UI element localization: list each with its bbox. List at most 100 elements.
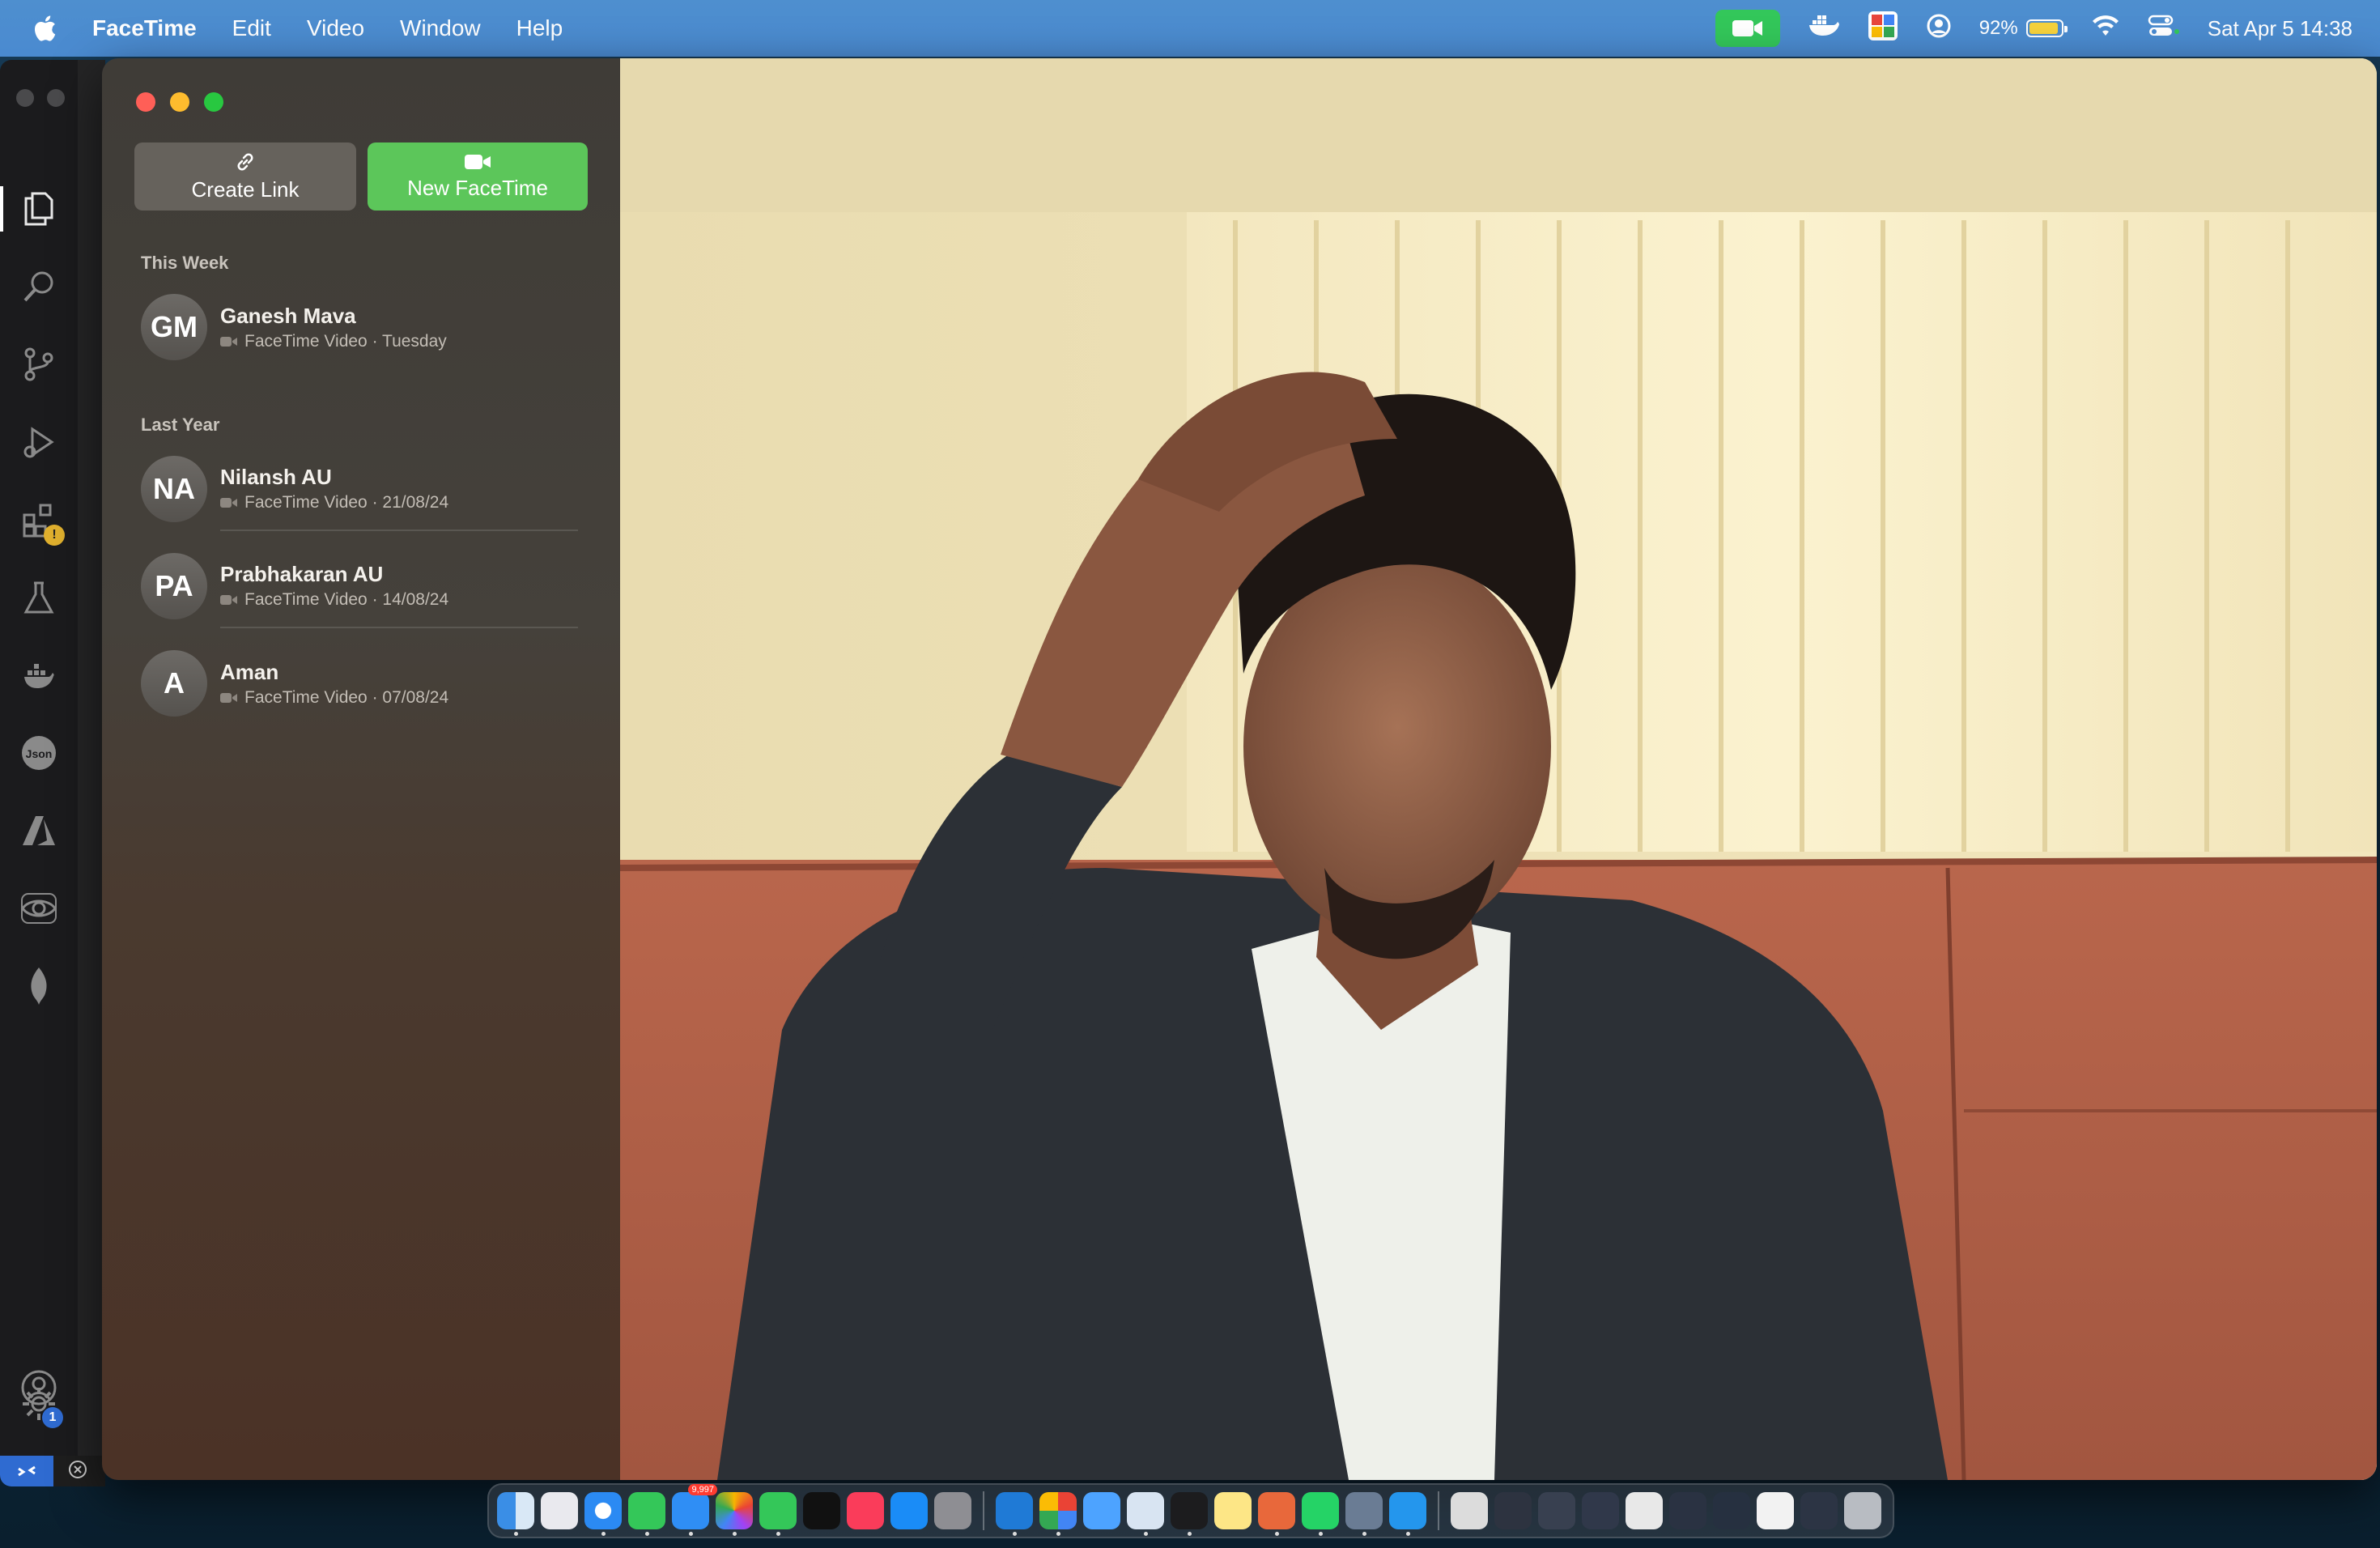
video-camera-icon <box>220 594 237 605</box>
color-grid-menu-icon[interactable] <box>1868 11 1898 47</box>
minimized-window-4[interactable] <box>1626 1492 1663 1529</box>
settings-gear-icon[interactable]: 1 <box>19 1384 63 1428</box>
battery-status[interactable]: 92% <box>1978 17 2068 40</box>
dock: 9,997 <box>487 1483 1894 1538</box>
link-icon <box>237 153 253 170</box>
battery-percent: 92% <box>1978 17 2018 39</box>
avatar: GM <box>141 294 207 360</box>
apple-icon[interactable] <box>32 15 60 42</box>
safari-icon[interactable] <box>584 1492 622 1536</box>
facetime-active-indicator[interactable] <box>1715 10 1780 47</box>
minimized-window-5[interactable] <box>1669 1492 1706 1529</box>
call-name: Aman <box>220 659 279 684</box>
app-icon-blue[interactable] <box>1083 1492 1120 1529</box>
preview-icon[interactable] <box>1345 1492 1383 1536</box>
wifi-icon[interactable] <box>2091 15 2120 43</box>
postman-icon[interactable] <box>1258 1492 1295 1536</box>
avatar: PA <box>141 553 207 619</box>
extensions-icon[interactable]: ! <box>19 500 65 546</box>
call-row-ganesh-mava[interactable]: GM Ganesh Mava FaceTime Video · Tuesday <box>141 285 578 369</box>
launchpad-icon[interactable] <box>541 1492 578 1529</box>
call-row-prabhakaran-au[interactable]: PA Prabhakaran AU FaceTime Video · 14/08… <box>141 544 578 628</box>
minimize-button[interactable] <box>170 92 189 112</box>
whatsapp-icon[interactable] <box>1302 1492 1339 1536</box>
call-detail: FaceTime Video · 21/08/24 <box>244 492 449 512</box>
menu-clock[interactable]: Sat Apr 5 14:38 <box>2208 16 2352 41</box>
music-icon[interactable] <box>847 1492 884 1529</box>
menu-help[interactable]: Help <box>516 15 563 41</box>
eye-icon[interactable] <box>19 889 58 928</box>
minimized-window-3[interactable] <box>1582 1492 1619 1529</box>
docker-dock-icon[interactable] <box>1389 1492 1426 1536</box>
minimized-window-6[interactable] <box>1713 1492 1750 1529</box>
terminal-icon[interactable] <box>1171 1492 1208 1536</box>
menu-video[interactable]: Video <box>307 15 364 41</box>
new-facetime-label: New FaceTime <box>407 175 548 200</box>
apple-tv-icon[interactable] <box>803 1492 840 1529</box>
zoom-button[interactable] <box>204 92 223 112</box>
mail-icon[interactable]: 9,997 <box>672 1484 717 1536</box>
avatar: NA <box>141 456 207 522</box>
facetime-sidebar: Create Link New FaceTime This Week GM Ga… <box>102 58 620 1480</box>
docker-icon[interactable] <box>19 656 58 695</box>
system-settings-icon[interactable] <box>934 1492 971 1529</box>
call-detail: FaceTime Video · 14/08/24 <box>244 589 449 609</box>
call-row-nilansh-au[interactable]: NA Nilansh AU FaceTime Video · 21/08/24 <box>141 447 578 531</box>
close-button[interactable] <box>136 92 155 112</box>
facetime-window: Create Link New FaceTime This Week GM Ga… <box>102 58 2377 1480</box>
vscode-side-panel <box>78 60 105 1486</box>
call-row-aman[interactable]: A Aman FaceTime Video · 07/08/24 <box>141 641 578 725</box>
create-link-label: Create Link <box>191 176 300 202</box>
menu-window[interactable]: Window <box>400 15 481 41</box>
menu-app-name[interactable]: FaceTime <box>92 15 197 41</box>
google-apps-icon[interactable] <box>1039 1492 1077 1536</box>
azure-icon[interactable] <box>19 811 58 850</box>
maps-style-icon[interactable] <box>1127 1492 1164 1536</box>
camera-preview <box>620 58 2377 1480</box>
source-control-icon[interactable] <box>19 345 58 384</box>
control-center-icon[interactable] <box>2148 14 2180 44</box>
minimized-window-8[interactable] <box>1800 1492 1838 1529</box>
vscode-status-bar <box>0 1456 105 1486</box>
minimized-window-7[interactable] <box>1757 1492 1794 1529</box>
notes-icon[interactable] <box>1214 1492 1252 1529</box>
finder-icon[interactable] <box>497 1492 534 1536</box>
app-store-icon[interactable] <box>890 1492 928 1529</box>
vscode-window: ! Json 1 <box>0 60 105 1486</box>
new-facetime-button[interactable]: New FaceTime <box>368 142 588 211</box>
document-icon[interactable] <box>1451 1492 1488 1529</box>
user-account-menu-icon[interactable] <box>1926 13 1952 45</box>
mail-badge: 9,997 <box>688 1484 717 1495</box>
trash-icon[interactable] <box>1844 1492 1881 1529</box>
minimized-window-2[interactable] <box>1538 1492 1575 1529</box>
vscode-dock-icon[interactable] <box>996 1492 1033 1536</box>
section-this-week: This Week <box>141 253 229 273</box>
video-camera-icon <box>465 154 491 169</box>
warning-icon: ! <box>44 525 65 546</box>
call-detail: FaceTime Video · 07/08/24 <box>244 687 449 707</box>
docker-menu-icon[interactable] <box>1808 14 1840 44</box>
testing-icon[interactable] <box>19 578 58 617</box>
menu-edit[interactable]: Edit <box>232 15 271 41</box>
run-debug-icon[interactable] <box>19 423 58 461</box>
dock-separator <box>1438 1491 1439 1530</box>
call-name: Prabhakaran AU <box>220 561 384 586</box>
explorer-icon[interactable] <box>0 186 58 232</box>
svg-text:Json: Json <box>26 747 53 760</box>
messages-icon[interactable] <box>628 1492 665 1536</box>
problems-icon[interactable] <box>68 1460 87 1483</box>
call-detail: FaceTime Video · Tuesday <box>244 331 447 351</box>
battery-icon <box>2025 19 2068 37</box>
remote-icon[interactable] <box>0 1456 53 1486</box>
mongodb-leaf-icon[interactable] <box>19 967 58 1006</box>
photos-icon[interactable] <box>716 1492 753 1536</box>
create-link-button[interactable]: Create Link <box>134 142 356 211</box>
minimized-window-1[interactable] <box>1494 1492 1532 1529</box>
json-icon[interactable]: Json <box>19 734 58 772</box>
dock-separator <box>983 1491 984 1530</box>
video-camera-icon <box>220 497 237 508</box>
settings-badge: 1 <box>42 1407 63 1428</box>
menu-bar: FaceTime Edit Video Window Help 92% Sat … <box>0 0 2380 57</box>
facetime-dock-icon[interactable] <box>759 1492 797 1536</box>
search-icon[interactable] <box>19 267 58 306</box>
